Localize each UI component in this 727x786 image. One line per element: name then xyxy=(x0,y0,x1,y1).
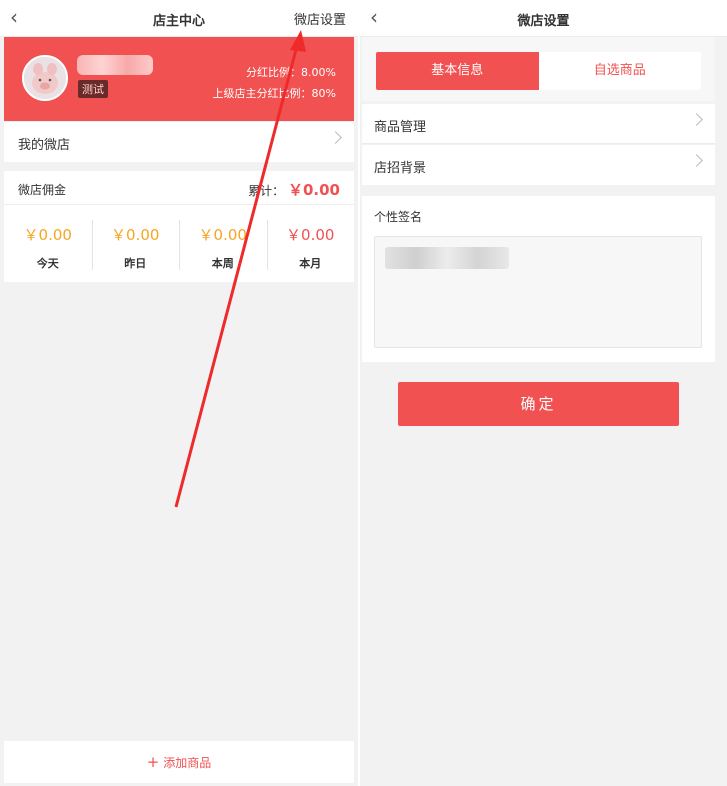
shop-settings-screen: ‹ 微店设置 基本信息 自选商品 商品管理 店招背景 个性签名 确定 xyxy=(360,0,727,786)
confirm-button[interactable]: 确定 xyxy=(398,382,679,426)
page-title: 微店设置 xyxy=(517,14,570,29)
stat-month: ￥0.00 本月 xyxy=(266,205,355,282)
tab-bar: 基本信息 自选商品 xyxy=(376,52,701,90)
stat-label: 今天 xyxy=(36,257,59,270)
add-product-label: 添加商品 xyxy=(163,756,212,770)
stat-value: ￥0.00 xyxy=(23,226,72,244)
shop-owner-center-screen: ‹ 店主中心 微店设置 测试 分红比例：8.00% 上级店主分红比例：80% 我… xyxy=(0,0,358,786)
chevron-right-icon xyxy=(690,154,703,167)
signature-section: 个性签名 xyxy=(362,196,715,362)
stat-week: ￥0.00 本周 xyxy=(179,205,267,282)
shop-banner-label: 店招背景 xyxy=(374,161,427,176)
tab-selected-products[interactable]: 自选商品 xyxy=(539,52,702,90)
shop-banner-row[interactable]: 店招背景 xyxy=(362,145,715,185)
total-label: 累计： xyxy=(248,184,285,198)
avatar xyxy=(22,55,68,101)
stat-value: ￥0.00 xyxy=(198,226,247,244)
product-management-row[interactable]: 商品管理 xyxy=(362,104,715,144)
tabs-container: 基本信息 自选商品 xyxy=(362,37,715,101)
stat-yesterday: ￥0.00 昨日 xyxy=(91,205,180,282)
stat-label: 本月 xyxy=(299,257,322,270)
dividend-rate: 分红比例：8.00% xyxy=(246,66,336,79)
avatar-image xyxy=(24,57,66,99)
chevron-right-icon xyxy=(329,131,342,144)
my-shop-row[interactable]: 我的微店 xyxy=(4,122,354,162)
username-blurred xyxy=(77,55,153,75)
profile-card: 测试 分红比例：8.00% 上级店主分红比例：80% xyxy=(4,37,354,121)
status-badge: 测试 xyxy=(78,80,108,98)
chevron-right-icon xyxy=(690,113,703,126)
stat-label: 昨日 xyxy=(124,257,147,270)
my-shop-label: 我的微店 xyxy=(18,138,71,153)
signature-text-blurred xyxy=(385,247,509,269)
add-product-button[interactable]: + 添加商品 xyxy=(4,741,354,783)
top-nav: ‹ 店主中心 微店设置 xyxy=(0,0,358,37)
shop-settings-link[interactable]: 微店设置 xyxy=(294,9,346,28)
total-amount: ￥0.00 xyxy=(287,181,340,199)
stat-value: ￥0.00 xyxy=(286,226,335,244)
plus-icon: + xyxy=(146,753,160,771)
signature-label: 个性签名 xyxy=(374,210,423,224)
stat-value: ￥0.00 xyxy=(111,226,160,244)
product-management-label: 商品管理 xyxy=(374,120,427,135)
commission-title: 微店佣金 xyxy=(18,183,67,197)
tab-basic-info[interactable]: 基本信息 xyxy=(376,52,539,90)
commission-header: 微店佣金 累计： ￥0.00 xyxy=(4,171,354,205)
commission-stats: ￥0.00 今天 ￥0.00 昨日 ￥0.00 本周 ￥0.00 本月 xyxy=(4,205,354,282)
top-nav: ‹ 微店设置 xyxy=(360,0,727,37)
signature-textarea[interactable] xyxy=(374,236,702,348)
stat-label: 本周 xyxy=(211,257,234,270)
upper-dividend-rate: 上级店主分红比例：80% xyxy=(212,87,336,100)
stat-today: ￥0.00 今天 xyxy=(4,205,92,282)
commission-total: 累计： ￥0.00 xyxy=(248,179,340,200)
